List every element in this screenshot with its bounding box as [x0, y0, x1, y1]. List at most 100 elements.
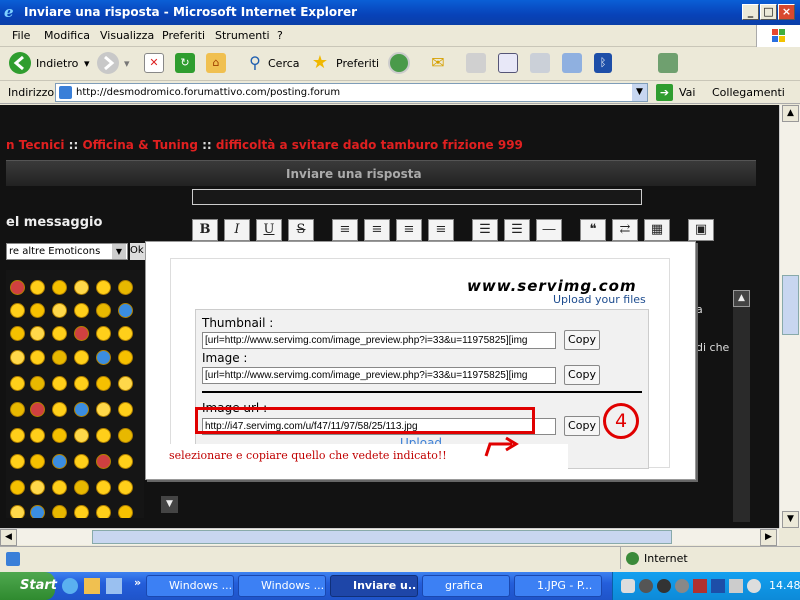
scroll-thumb[interactable]: [782, 275, 799, 335]
quicklaunch-ie-icon[interactable]: [62, 578, 78, 594]
emoticon-icon[interactable]: [10, 350, 25, 365]
msn-icon[interactable]: [658, 53, 678, 73]
emoticon-icon[interactable]: [10, 303, 25, 318]
emoticon-icon[interactable]: [96, 454, 111, 469]
emoticon-icon[interactable]: [52, 402, 67, 417]
close-button[interactable]: ×: [778, 4, 795, 20]
mail-icon[interactable]: ✉: [428, 53, 448, 73]
emoticon-icon[interactable]: [74, 303, 89, 318]
menu-modifica[interactable]: Modifica: [44, 29, 90, 42]
task-button[interactable]: grafica: [422, 575, 510, 597]
copy-image-button[interactable]: Copy: [564, 365, 600, 385]
emoticon-icon[interactable]: [52, 480, 67, 495]
emoticon-icon[interactable]: [30, 505, 45, 518]
breadcrumb-topic[interactable]: difficoltà a svitare dado tamburo frizio…: [216, 138, 523, 152]
emoticon-icon[interactable]: [118, 480, 133, 495]
emoticon-icon[interactable]: [118, 350, 133, 365]
align-center-icon[interactable]: ≡: [364, 219, 390, 241]
emoticon-icon[interactable]: [96, 402, 111, 417]
editor-scrollbar[interactable]: ▲: [733, 290, 750, 522]
back-arrow-icon[interactable]: [9, 52, 31, 74]
emoticon-icon[interactable]: [118, 428, 133, 443]
history-icon[interactable]: [388, 52, 410, 74]
back-button[interactable]: Indietro: [36, 53, 78, 75]
italic-button[interactable]: I: [224, 219, 250, 241]
emoticon-icon[interactable]: [74, 326, 89, 341]
emoticon-icon[interactable]: [52, 428, 67, 443]
menu-visualizza[interactable]: Visualizza: [100, 29, 154, 42]
emoticon-icon[interactable]: [10, 505, 25, 518]
emoticon-icon[interactable]: [74, 505, 89, 518]
underline-button[interactable]: U: [256, 219, 282, 241]
emoticon-icon[interactable]: [118, 505, 133, 518]
emoticon-icon[interactable]: [52, 326, 67, 341]
select-dropdown-icon[interactable]: ▼: [112, 244, 126, 259]
links-button[interactable]: Collegamenti: [712, 86, 785, 99]
align-right-icon[interactable]: ≡: [396, 219, 422, 241]
task-button-active[interactable]: Inviare u...: [330, 575, 418, 597]
clock[interactable]: 14.48: [769, 579, 800, 592]
strike-button[interactable]: S: [288, 219, 314, 241]
emoticon-icon[interactable]: [30, 326, 45, 341]
menu-file[interactable]: File: [12, 29, 30, 42]
research-icon[interactable]: [530, 53, 550, 73]
copy-url-button[interactable]: Copy: [564, 416, 600, 436]
tray-icon[interactable]: [657, 579, 671, 593]
emoticon-icon[interactable]: [74, 480, 89, 495]
messenger-icon[interactable]: [562, 53, 582, 73]
image-icon[interactable]: ▣: [688, 219, 714, 241]
emoticon-select[interactable]: re altre Emoticons: [6, 243, 128, 260]
title-bar[interactable]: e Inviare una risposta - Microsoft Inter…: [0, 0, 800, 25]
emoticon-icon[interactable]: [30, 350, 45, 365]
volume-icon[interactable]: [747, 579, 761, 593]
forward-arrow-icon[interactable]: [97, 52, 119, 74]
menu-strumenti[interactable]: Strumenti: [215, 29, 270, 42]
vertical-scrollbar[interactable]: ▲ ▼: [779, 105, 800, 528]
quote-icon[interactable]: ❝: [580, 219, 606, 241]
breadcrumb-subforum[interactable]: Officina & Tuning: [82, 138, 197, 152]
emoticon-icon[interactable]: [52, 350, 67, 365]
image-input[interactable]: [url=http://www.servimg.com/image_previe…: [202, 367, 556, 384]
emoticon-icon[interactable]: [10, 402, 25, 417]
tray-icon[interactable]: [621, 579, 635, 593]
emoticon-icon[interactable]: [52, 303, 67, 318]
hr-icon[interactable]: ―: [536, 219, 562, 241]
scroll-up-icon[interactable]: ▲: [782, 105, 799, 122]
hscroll-thumb[interactable]: [92, 530, 672, 544]
emoticon-icon[interactable]: [118, 303, 133, 318]
bluetooth-tray-icon[interactable]: [711, 579, 725, 593]
code-icon[interactable]: ⇄: [612, 219, 638, 241]
table-icon[interactable]: ▦: [644, 219, 670, 241]
emoticon-icon[interactable]: [30, 303, 45, 318]
scroll-down-icon[interactable]: ▼: [782, 511, 799, 528]
go-button[interactable]: Vai: [679, 86, 695, 99]
refresh-icon[interactable]: ↻: [175, 53, 195, 73]
task-button[interactable]: Windows ...: [238, 575, 326, 597]
menu-preferiti[interactable]: Preferiti: [162, 29, 205, 42]
emoticon-icon[interactable]: [52, 454, 67, 469]
home-icon[interactable]: ⌂: [206, 53, 226, 73]
tray-icon[interactable]: [693, 579, 707, 593]
scroll-right-icon[interactable]: ▶: [760, 529, 777, 546]
emoticon-icon[interactable]: [74, 454, 89, 469]
numbered-list-icon[interactable]: ☰: [504, 219, 530, 241]
emoticon-icon[interactable]: [30, 428, 45, 443]
quicklaunch-more-icon[interactable]: »: [134, 576, 141, 589]
emoticon-icon[interactable]: [118, 326, 133, 341]
emoticon-icon[interactable]: [96, 326, 111, 341]
tray-icon[interactable]: [639, 579, 653, 593]
emoticon-icon[interactable]: [74, 280, 89, 295]
emoticon-icon[interactable]: [96, 505, 111, 518]
tray-icon[interactable]: [675, 579, 689, 593]
emoticon-icon[interactable]: [74, 376, 89, 391]
emoticon-icon[interactable]: [30, 402, 45, 417]
emoticon-icon[interactable]: [96, 428, 111, 443]
go-arrow-icon[interactable]: ➔: [656, 84, 673, 101]
align-left-icon[interactable]: ≡: [332, 219, 358, 241]
task-button[interactable]: 1.JPG - P...: [514, 575, 602, 597]
emoticon-icon[interactable]: [30, 376, 45, 391]
menu-help[interactable]: ?: [277, 29, 283, 42]
maximize-button[interactable]: □: [760, 4, 777, 20]
emoticon-icon[interactable]: [74, 402, 89, 417]
favorites-button[interactable]: Preferiti: [336, 53, 379, 75]
